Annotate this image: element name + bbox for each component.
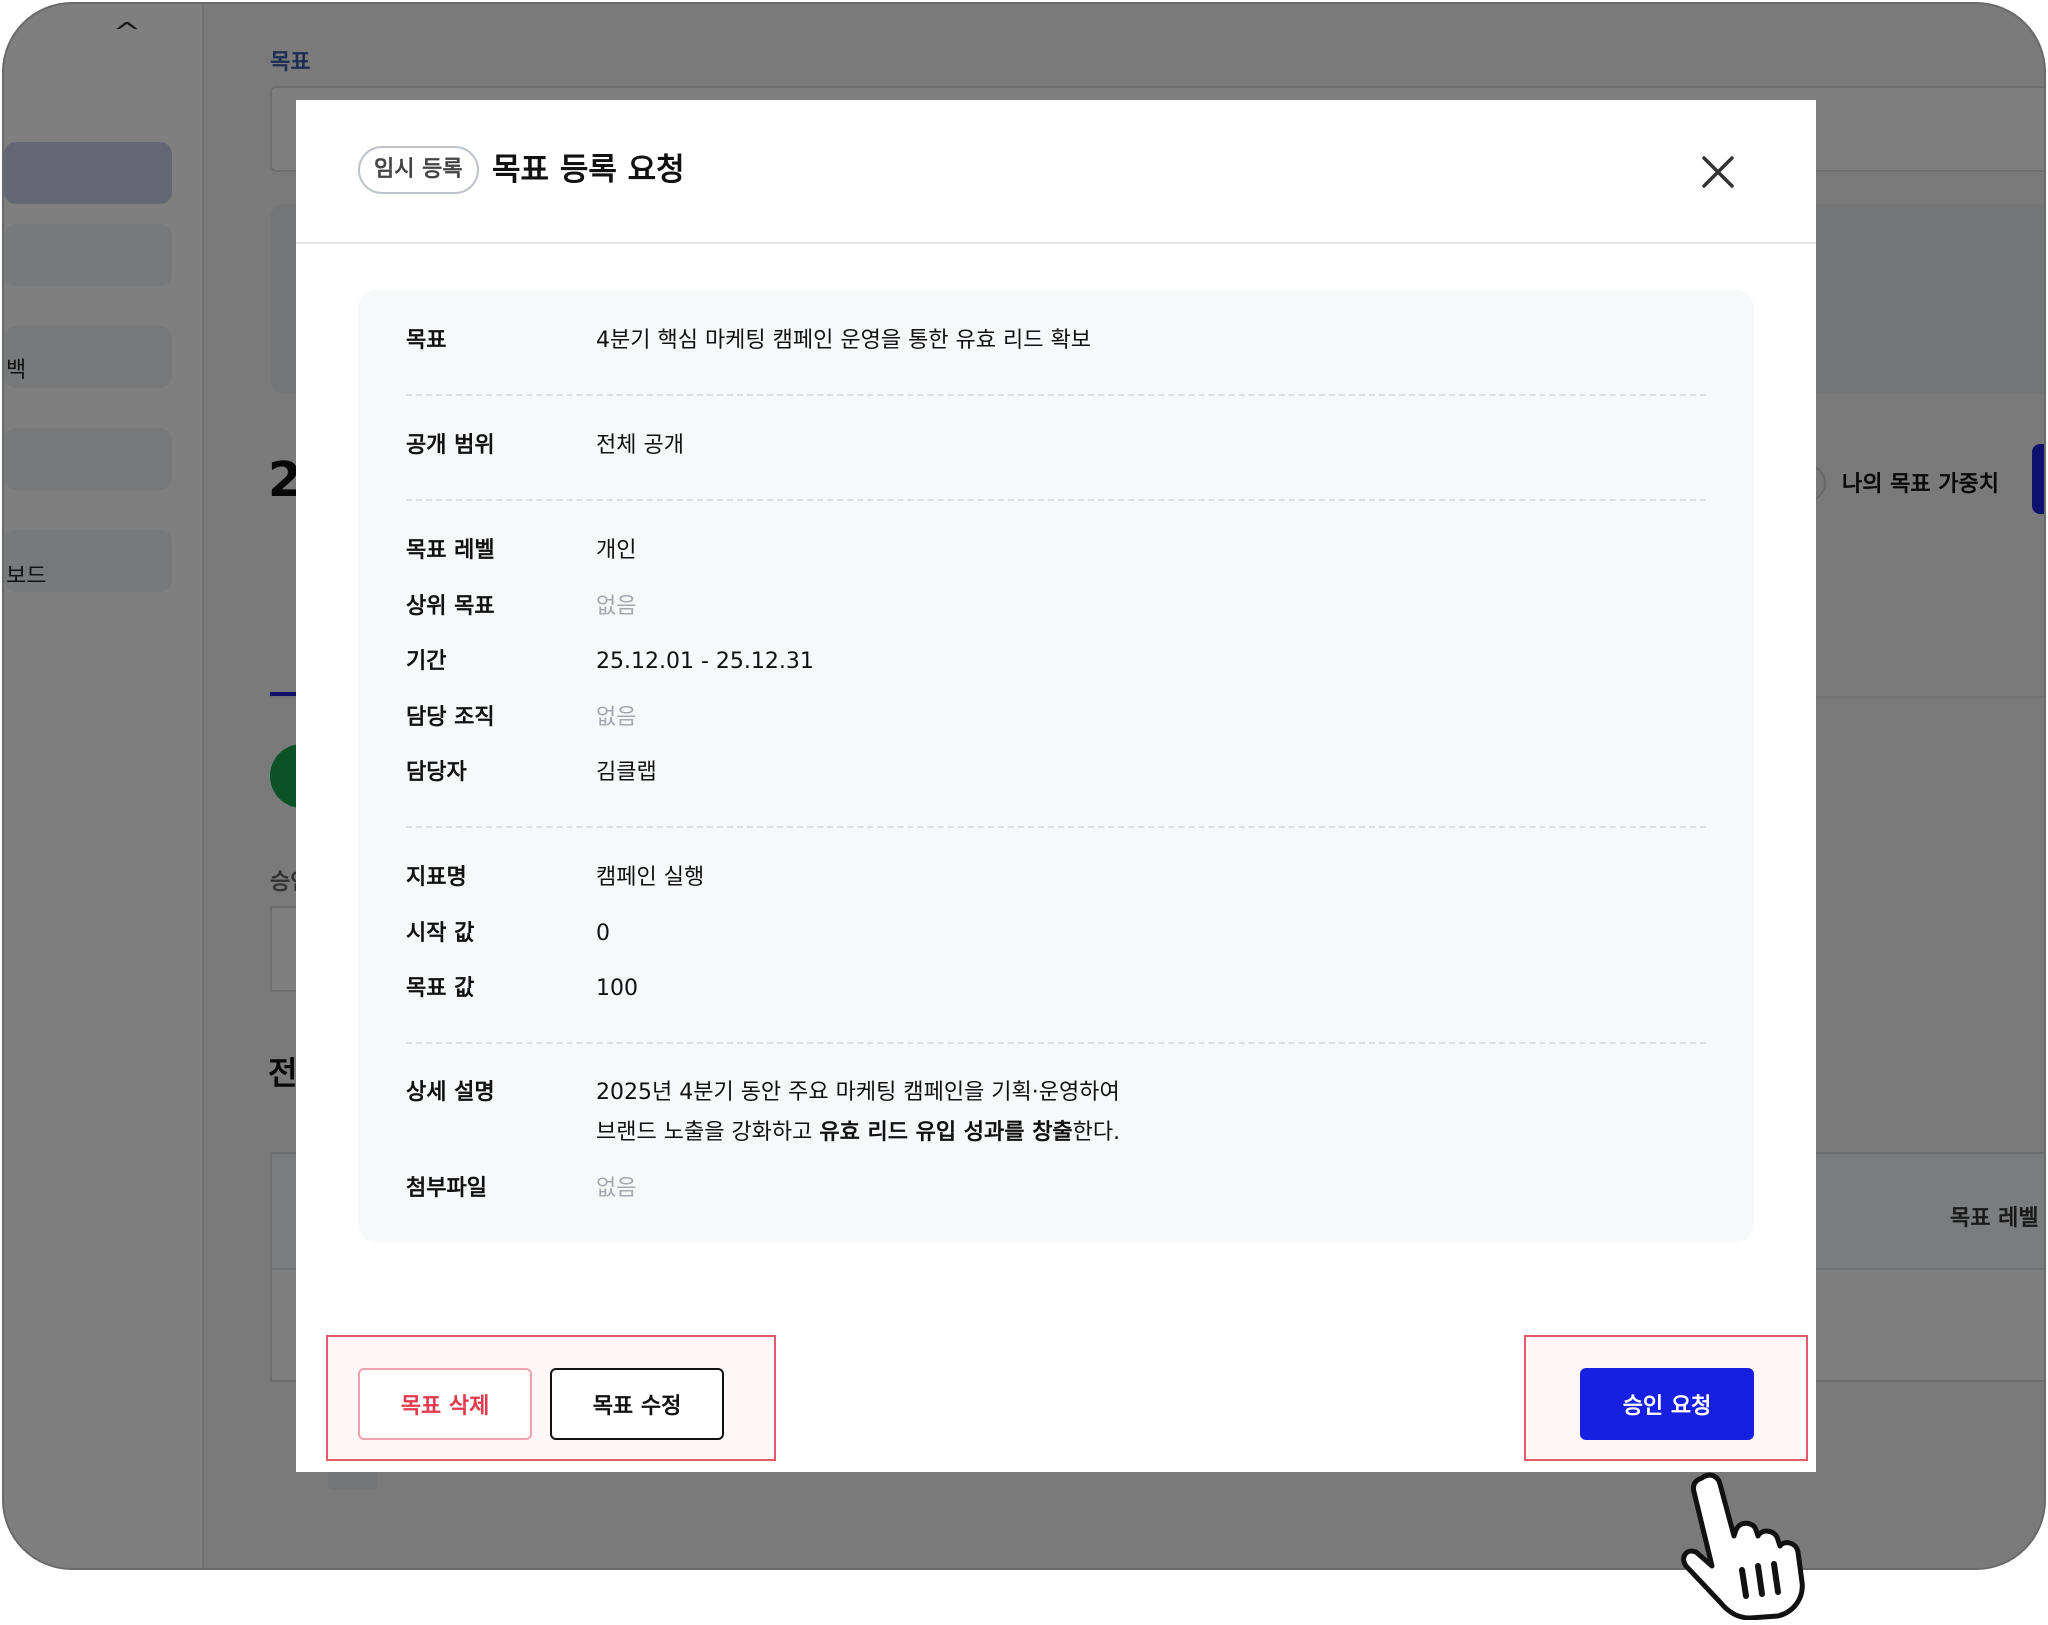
detail-label: 목표 레벨 bbox=[406, 538, 495, 563]
detail-label: 목표 값 bbox=[406, 976, 475, 1001]
detail-row-org: 담당 조직 없음 bbox=[406, 701, 1706, 735]
detail-row-target-value: 목표 값 100 bbox=[406, 972, 1706, 1006]
goal-registration-modal: 임시 등록 목표 등록 요청 목표 4분기 핵심 마케팅 캠페인 운영을 통한 … bbox=[296, 100, 1816, 1472]
detail-value: 2025년 4분기 동안 주요 마케팅 캠페인을 기획·운영하여 브랜드 노출을… bbox=[596, 1073, 1120, 1153]
delete-goal-button[interactable]: 목표 삭제 bbox=[358, 1368, 532, 1440]
detail-row-attachment: 첨부파일 없음 bbox=[406, 1172, 1706, 1206]
detail-label: 목표 bbox=[406, 328, 447, 353]
detail-row-parent: 상위 목표 없음 bbox=[406, 590, 1706, 624]
description-text: 한다. bbox=[1072, 1120, 1121, 1145]
close-icon bbox=[1702, 156, 1734, 188]
close-button[interactable] bbox=[1696, 150, 1740, 194]
detail-label: 첨부파일 bbox=[406, 1176, 487, 1201]
detail-label: 상위 목표 bbox=[406, 594, 495, 619]
detail-label: 기간 bbox=[406, 649, 447, 674]
detail-value: 전체 공개 bbox=[596, 433, 684, 458]
description-text: 브랜드 노출을 강화하고 bbox=[596, 1120, 820, 1145]
goal-detail-card: 목표 4분기 핵심 마케팅 캠페인 운영을 통한 유효 리드 확보 공개 범위 … bbox=[358, 290, 1754, 1242]
detail-row-scope: 공개 범위 전체 공개 bbox=[406, 429, 1706, 463]
divider bbox=[406, 394, 1706, 396]
modal-footer: 목표 삭제 목표 수정 승인 요청 bbox=[296, 1332, 1816, 1472]
detail-label: 공개 범위 bbox=[406, 433, 495, 458]
detail-value: 김클랩 bbox=[596, 760, 657, 785]
detail-row-period: 기간 25.12.01 - 25.12.31 bbox=[406, 645, 1706, 679]
detail-row-description: 상세 설명 2025년 4분기 동안 주요 마케팅 캠페인을 기획·운영하여 브… bbox=[406, 1076, 1706, 1156]
detail-row-owner: 담당자 김클랩 bbox=[406, 756, 1706, 790]
divider bbox=[406, 1042, 1706, 1044]
divider bbox=[406, 499, 1706, 501]
description-line-2: 브랜드 노출을 강화하고 유효 리드 유입 성과를 창출한다. bbox=[596, 1113, 1120, 1153]
edit-goal-button[interactable]: 목표 수정 bbox=[550, 1368, 724, 1440]
detail-value: 4분기 핵심 마케팅 캠페인 운영을 통한 유효 리드 확보 bbox=[596, 328, 1091, 353]
divider bbox=[406, 826, 1706, 828]
detail-label: 지표명 bbox=[406, 865, 467, 890]
description-emphasis: 유효 리드 유입 성과를 창출 bbox=[819, 1120, 1073, 1145]
description-line-1: 2025년 4분기 동안 주요 마케팅 캠페인을 기획·운영하여 bbox=[596, 1080, 1120, 1105]
detail-value: 없음 bbox=[596, 705, 637, 730]
detail-value: 25.12.01 - 25.12.31 bbox=[596, 649, 814, 674]
modal-title: 목표 등록 요청 bbox=[492, 152, 685, 188]
detail-value: 캠페인 실행 bbox=[596, 865, 705, 890]
hand-pointer-icon bbox=[1681, 1472, 1805, 1620]
request-approval-button[interactable]: 승인 요청 bbox=[1580, 1368, 1754, 1440]
detail-value: 개인 bbox=[596, 538, 637, 563]
status-badge: 임시 등록 bbox=[358, 146, 479, 194]
detail-value: 100 bbox=[596, 976, 638, 1001]
detail-value: 없음 bbox=[596, 1176, 637, 1201]
detail-row-goal: 목표 4분기 핵심 마케팅 캠페인 운영을 통한 유효 리드 확보 bbox=[406, 324, 1706, 358]
detail-row-metric: 지표명 캠페인 실행 bbox=[406, 861, 1706, 895]
detail-label: 상세 설명 bbox=[406, 1080, 495, 1105]
detail-label: 담당 조직 bbox=[406, 705, 495, 730]
detail-label: 시작 값 bbox=[406, 921, 475, 946]
detail-row-start-value: 시작 값 0 bbox=[406, 917, 1706, 951]
detail-label: 담당자 bbox=[406, 760, 467, 785]
detail-value: 0 bbox=[596, 921, 610, 946]
modal-header: 임시 등록 목표 등록 요청 bbox=[296, 100, 1816, 244]
detail-value: 없음 bbox=[596, 594, 637, 619]
detail-row-level: 목표 레벨 개인 bbox=[406, 534, 1706, 568]
